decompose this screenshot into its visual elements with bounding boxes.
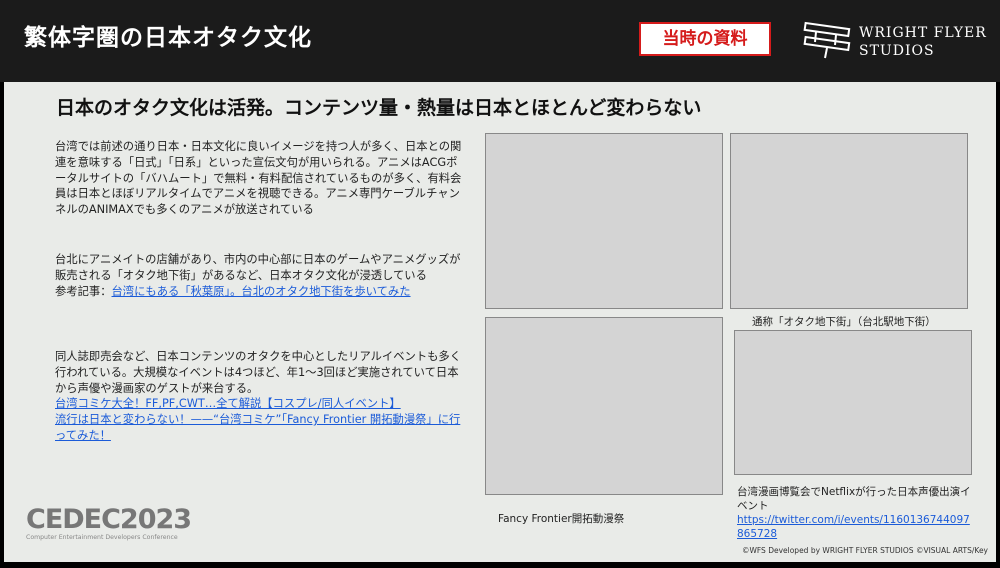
logo-line1: WRIGHT FLYER: [859, 25, 987, 41]
cedec-subtitle: Computer Entertainment Developers Confer…: [26, 534, 178, 541]
caption-netflix-text: 台湾漫画博覧会でNetflixが行った日本声優出演イベント: [737, 486, 971, 512]
slide-title: 繁体字圏の日本オタク文化: [24, 25, 312, 51]
netflix-twitter-link[interactable]: https://twitter.com/i/events/11601367440…: [737, 514, 970, 540]
slide-body: 日本のオタク文化は活発。コンテンツ量・熱量は日本とほとんど変わらない 台湾では前…: [4, 82, 996, 562]
paragraph-doujin-text: 同人誌即売会など、日本コンテンツのオタクを中心としたリアルイベントも多く行われて…: [55, 350, 462, 395]
logo-line2: STUDIOS: [859, 43, 935, 59]
caption-otaku-underground: 通称「オタク地下街」（台北駅地下街）: [752, 316, 936, 328]
archive-badge: 当時の資料: [639, 22, 771, 56]
paragraph-anime: 台湾では前述の通り日本・日本文化に良いイメージを持つ人が多く、日本との関連を意味…: [55, 140, 462, 217]
logo-text: WRIGHT FLYER STUDIOS: [859, 24, 987, 60]
cedec-logo: CEDEC2023 Computer Entertainment Develop…: [26, 504, 192, 546]
article-link-fancy-frontier[interactable]: 流行は日本と変わらない！——“台湾コミケ”「Fancy Frontier 開拓動…: [55, 413, 460, 442]
paragraph-otaku-underground: 台北にアニメイトの店舗があり、市内の中心部に日本のゲームやアニメグッズが販売され…: [55, 252, 465, 299]
caption-netflix-event: 台湾漫画博覧会でNetflixが行った日本声優出演イベント https://tw…: [737, 485, 973, 541]
photo-netflix-event: [734, 330, 972, 475]
cedec-logo-text: CEDEC2023: [26, 504, 192, 535]
reference-label: 参考記事：: [55, 284, 112, 298]
paragraph-underground-text: 台北にアニメイトの店舗があり、市内の中心部に日本のゲームやアニメグッズが販売され…: [55, 253, 461, 282]
header-bar: 繁体字圏の日本オタク文化 当時の資料 WRIGHT FLYER STUDIOS: [0, 0, 1000, 82]
caption-fancy-frontier: Fancy Frontier開拓動漫祭: [498, 513, 625, 525]
article-link-taiwan-comike[interactable]: 台湾コミケ大全！FF,PF,CWT…全て解説【コスプレ/同人イベント】: [55, 397, 401, 410]
photo-underground-2: [730, 133, 968, 309]
biplane-icon: [803, 21, 851, 59]
slide-headline: 日本のオタク文化は活発。コンテンツ量・熱量は日本とほとんど変わらない: [56, 97, 702, 119]
photo-underground-1: [485, 133, 723, 309]
copyright-text: ©WFS Developed by WRIGHT FLYER STUDIOS ©…: [741, 546, 988, 555]
paragraph-doujin-events: 同人誌即売会など、日本コンテンツのオタクを中心としたリアルイベントも多く行われて…: [55, 349, 465, 444]
article-link-akihabara[interactable]: 台湾にもある「秋葉原」。台北のオタク地下街を歩いてみた: [112, 285, 411, 298]
photo-fancy-frontier: [485, 317, 723, 495]
wright-flyer-logo: WRIGHT FLYER STUDIOS: [802, 16, 992, 66]
